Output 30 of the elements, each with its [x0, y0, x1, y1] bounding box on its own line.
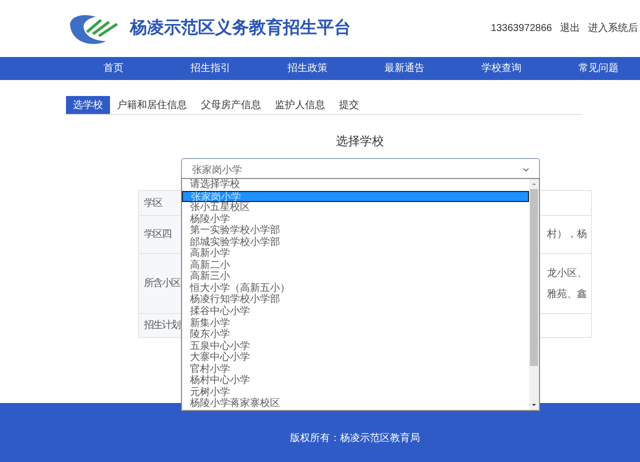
dropdown-option[interactable]: 元树小学	[182, 386, 529, 398]
copyright-text: 版权所有：杨凌示范区教育局	[290, 432, 420, 446]
cell-text: 雅苑、鑫	[547, 288, 587, 302]
user-phone: 13363972866	[490, 22, 552, 36]
scroll-thumb[interactable]	[530, 189, 538, 366]
nav-item[interactable]: 常见问题	[550, 57, 640, 80]
tab[interactable]: 选学校	[66, 96, 110, 114]
dropdown-option[interactable]: 五泉中心小学	[182, 340, 529, 352]
chevron-icon	[523, 168, 529, 172]
cell-text: 龙小区、	[547, 266, 587, 280]
dropdown-option[interactable]: 杨村中心小学	[182, 375, 529, 387]
nav-item[interactable]: 招生指引	[162, 57, 259, 80]
scrollbar[interactable]	[529, 179, 539, 410]
tab[interactable]: 监护人信息	[268, 96, 332, 114]
site-title: 杨凌示范区义务教育招生平台	[130, 16, 351, 40]
dropdown-option[interactable]: 杨陵小学蒋家寨校区	[182, 398, 529, 410]
cell-text: 村），杨	[547, 228, 587, 242]
header-link[interactable]: 退出	[560, 21, 580, 36]
nav-item[interactable]: 学校查询	[453, 57, 550, 80]
tab[interactable]: 父母房产信息	[194, 96, 268, 114]
tab[interactable]: 户籍和居住信息	[110, 96, 194, 114]
nav-item[interactable]: 最新通告	[356, 57, 453, 80]
nav-item[interactable]: 招生政策	[259, 57, 356, 80]
section-title: 选择学校	[335, 133, 385, 150]
dropdown-option[interactable]: 请选择学校	[182, 179, 529, 191]
tab[interactable]: 提交	[332, 96, 366, 114]
dropdown-option[interactable]: 官村小学	[182, 364, 529, 376]
header-link[interactable]: 进入系统后	[588, 21, 638, 36]
dropdown-option[interactable]: 大寨中心小学	[182, 352, 529, 364]
nav-item[interactable]: 首页	[65, 57, 162, 80]
